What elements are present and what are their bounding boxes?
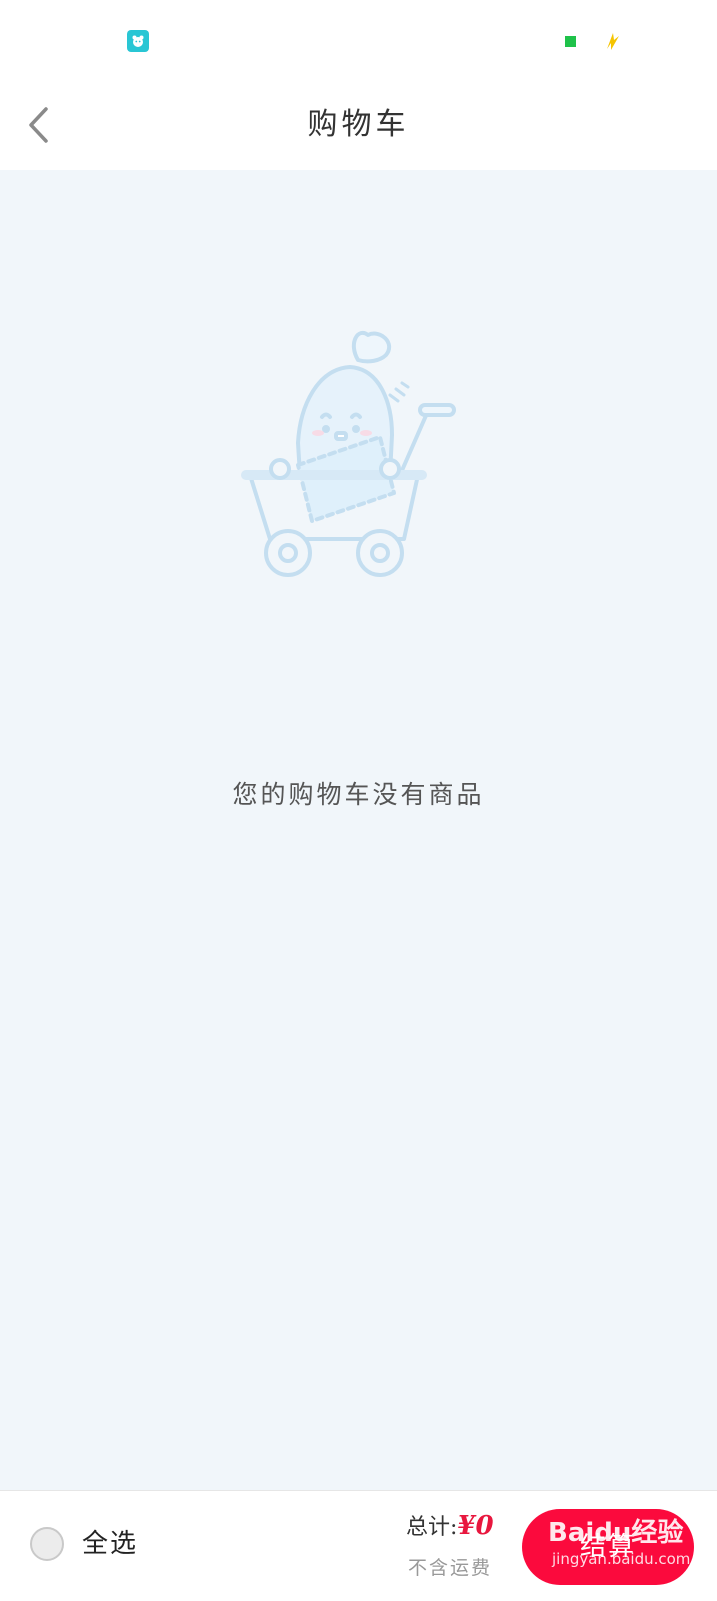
shopping-cart-mascot-illustration: [241, 331, 456, 577]
footer-bar: 全选 总计:¥0 不含运费 结算: [0, 1490, 717, 1601]
signal-icon: [565, 36, 576, 47]
cart-content: 您的购物车没有商品: [0, 170, 717, 1490]
select-all-label[interactable]: 全选: [82, 1527, 138, 1561]
checkout-button[interactable]: 结算: [522, 1509, 694, 1585]
shipping-note: 不含运费: [408, 1557, 493, 1579]
select-all-checkbox[interactable]: [30, 1527, 64, 1561]
total-row: 总计:¥0: [406, 1509, 494, 1543]
empty-cart-message: 您的购物车没有商品: [232, 780, 485, 809]
charging-icon: [607, 33, 619, 50]
app-notification-icon: [127, 30, 149, 52]
total-label: 总计:: [406, 1515, 458, 1540]
status-bar: [0, 0, 717, 80]
total-amount: ¥0: [457, 1511, 494, 1541]
header: 购物车: [0, 80, 717, 170]
page-title: 购物车: [307, 107, 410, 142]
